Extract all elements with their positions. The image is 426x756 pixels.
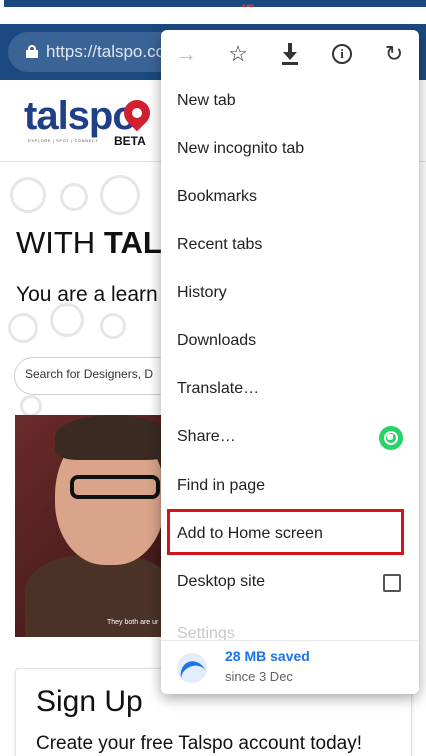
background-doodle — [8, 313, 38, 343]
background-doodle — [100, 175, 140, 215]
background-doodle — [60, 183, 88, 211]
menu-item-desktop-site[interactable]: Desktop site — [161, 559, 419, 607]
status-time: 08:00 — [374, 4, 410, 20]
signup-subtitle: Create your free Talspo account today! — [36, 733, 363, 754]
forward-icon[interactable]: → — [171, 40, 201, 68]
logo-wordmark: talspo — [24, 94, 137, 138]
photo-caption: They both are ur — [107, 619, 159, 626]
menu-item-bookmarks[interactable]: Bookmarks — [161, 174, 419, 222]
menu-item-new-tab[interactable]: New tab — [161, 78, 419, 126]
desktop-site-checkbox[interactable] — [383, 574, 401, 592]
menu-item-label: Bookmarks — [177, 188, 258, 205]
menu-item-share[interactable]: Share… — [161, 414, 419, 462]
reload-icon[interactable]: ↻ — [379, 40, 409, 68]
data-saved-since: since 3 Dec — [225, 669, 293, 684]
hero-subheading: You are a learn — [16, 283, 158, 306]
hero-heading-prefix: WITH — [16, 225, 104, 260]
menu-item-label: Downloads — [177, 332, 257, 349]
background-doodle — [20, 395, 42, 417]
download-icon[interactable] — [275, 40, 305, 68]
menu-item-label: Add to Home screen — [177, 525, 323, 542]
menu-item-label: Translate… — [177, 380, 260, 397]
menu-item-label: Desktop site — [177, 573, 266, 590]
menu-item-label: Recent tabs — [177, 236, 263, 253]
hero-photo: They both are ur — [15, 415, 165, 637]
menu-item-label: History — [177, 284, 227, 301]
menu-item-recent-tabs[interactable]: Recent tabs — [161, 222, 419, 270]
talspo-logo[interactable]: talspo EXPLORE | SPOT | CONNECT BETA — [24, 94, 156, 150]
background-doodle — [100, 313, 126, 339]
menu-icon-row: → ☆ i ↻ — [161, 30, 419, 78]
status-bar: ⏰ LTE ▼ LTE ◢ 08:00 — [0, 0, 426, 24]
menu-item-add-to-home-screen[interactable]: Add to Home screen — [161, 509, 419, 559]
menu-item-find-in-page[interactable]: Find in page — [161, 463, 419, 511]
battery-icon — [0, 0, 4, 19]
hero-heading: WITH TAL — [16, 225, 162, 261]
bookmark-star-icon[interactable]: ☆ — [223, 40, 253, 68]
background-doodle — [50, 303, 84, 337]
browser-overflow-menu: → ☆ i ↻ New tab New incognito tab Bookma… — [161, 30, 419, 694]
beta-badge: BETA — [114, 134, 146, 148]
whatsapp-icon[interactable] — [379, 426, 403, 450]
lock-icon[interactable] — [26, 45, 38, 58]
url-text[interactable]: https://talspo.co — [46, 42, 165, 62]
menu-item-label: Find in page — [177, 477, 266, 494]
logo-tagline: EXPLORE | SPOT | CONNECT — [28, 138, 99, 143]
data-saver-summary[interactable]: 28 MB saved since 3 Dec — [161, 640, 419, 694]
data-saved-amount: 28 MB saved — [225, 648, 310, 664]
menu-item-label: Share… — [177, 428, 236, 445]
menu-item-new-incognito-tab[interactable]: New incognito tab — [161, 126, 419, 174]
hero-heading-bold: TAL — [103, 225, 162, 260]
menu-item-history[interactable]: History — [161, 270, 419, 318]
background-doodle — [10, 177, 46, 213]
menu-item-translate[interactable]: Translate… — [161, 366, 419, 414]
data-saver-icon — [177, 653, 207, 683]
menu-item-downloads[interactable]: Downloads — [161, 318, 419, 366]
info-icon[interactable]: i — [327, 40, 357, 68]
photo-glasses — [70, 475, 160, 499]
signup-title: Sign Up — [36, 685, 143, 718]
menu-item-label: New tab — [177, 92, 236, 109]
photo-hair — [55, 415, 165, 460]
menu-item-label: New incognito tab — [177, 140, 305, 157]
